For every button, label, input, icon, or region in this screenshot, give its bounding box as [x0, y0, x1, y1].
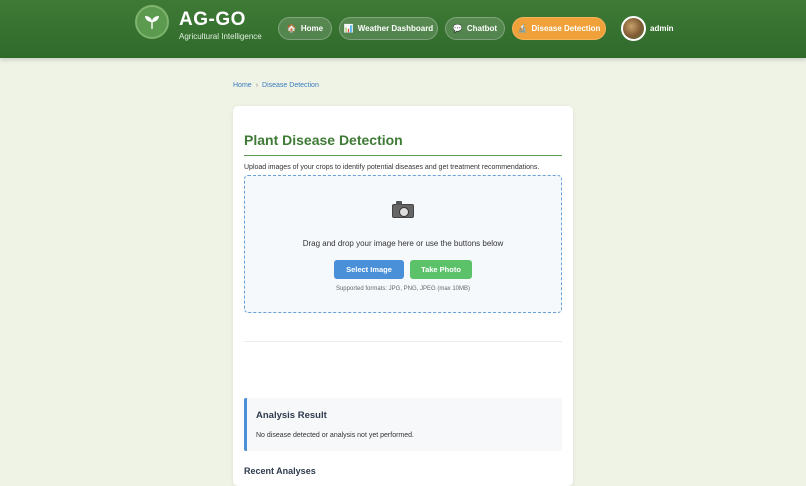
leaf-icon[interactable] [135, 5, 169, 39]
breadcrumb-current: Disease Detection [262, 82, 319, 89]
supported-formats-text: Supported formats: JPG, PNG, JPEG (max 1… [335, 286, 471, 292]
nav-chatbot-label: Chatbot [466, 24, 498, 33]
top-header: AG-GO Agricultural Intelligence 🏠 Home 📊… [0, 0, 806, 58]
microscope-icon: 🔬 [517, 24, 528, 33]
breadcrumb-separator: › [255, 82, 259, 89]
house-icon: 🏠 [286, 24, 297, 33]
analysis-result-panel: Analysis Result No disease detected or a… [244, 398, 562, 451]
brand-subtitle: Agricultural Intelligence [179, 32, 262, 41]
dropzone-instructions: Drag and drop your image here or use the… [302, 239, 504, 248]
select-image-button[interactable]: Select Image [334, 260, 404, 279]
recent-analyses-heading: Recent Analyses [244, 466, 316, 476]
avatar[interactable] [621, 16, 646, 41]
user-name[interactable]: admin [650, 24, 674, 33]
analysis-result-title: Analysis Result [256, 410, 327, 421]
breadcrumb-home-link[interactable]: Home [233, 82, 252, 89]
chart-icon: 📊 [343, 24, 354, 33]
nav-home-label: Home [300, 24, 324, 33]
nav-home[interactable]: 🏠 Home [278, 17, 332, 40]
speech-bubble-icon: 💬 [452, 24, 463, 33]
nav-disease-label: Disease Detection [531, 24, 601, 33]
disease-detection-card: Plant Disease Detection Upload images of… [233, 106, 573, 486]
breadcrumb: Home › Disease Detection [233, 82, 319, 89]
analysis-result-text: No disease detected or analysis not yet … [256, 432, 414, 439]
section-divider [244, 341, 562, 342]
nav-weather-dashboard[interactable]: 📊 Weather Dashboard [339, 17, 438, 40]
page-title: Plant Disease Detection [244, 132, 403, 148]
take-photo-button[interactable]: Take Photo [410, 260, 472, 279]
image-dropzone[interactable]: Drag and drop your image here or use the… [244, 175, 562, 313]
brand-title[interactable]: AG-GO [179, 9, 246, 31]
title-divider [244, 155, 562, 156]
intro-text: Upload images of your crops to identify … [244, 164, 540, 171]
nav-chatbot[interactable]: 💬 Chatbot [445, 17, 505, 40]
nav-weather-label: Weather Dashboard [357, 24, 434, 33]
camera-icon [392, 201, 414, 218]
nav-disease-detection[interactable]: 🔬 Disease Detection [512, 17, 606, 40]
